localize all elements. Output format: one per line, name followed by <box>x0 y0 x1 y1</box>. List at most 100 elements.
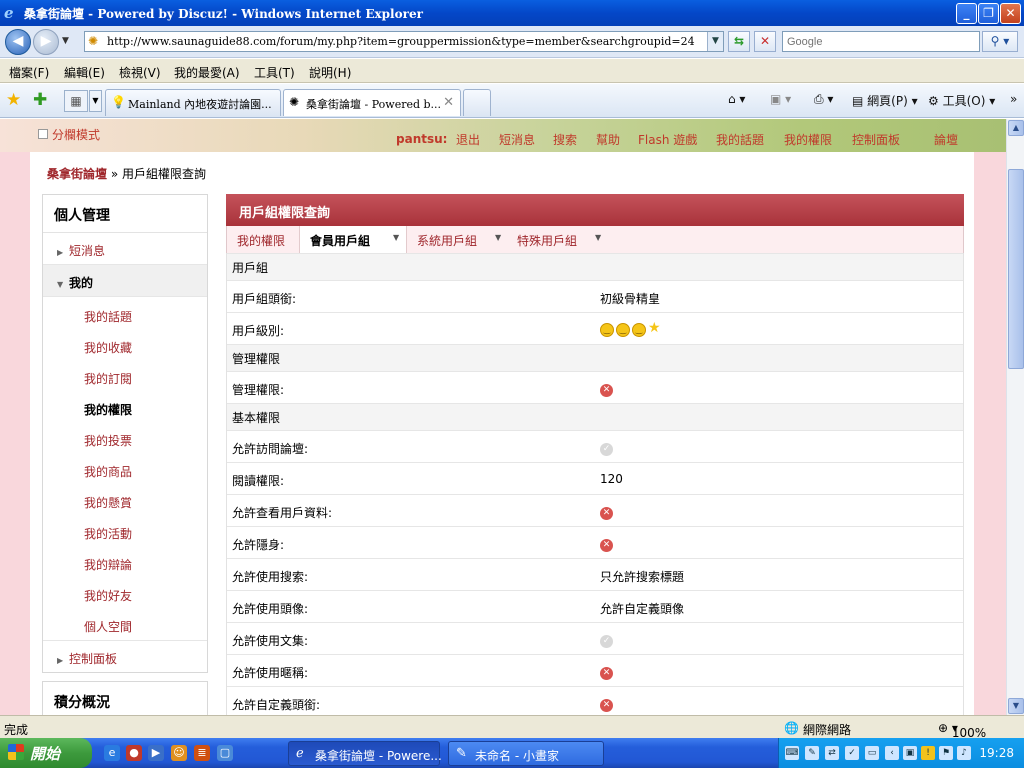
quick-tabs-icon[interactable]: ▦ <box>64 90 88 112</box>
vertical-scrollbar[interactable]: ▲ ▼ <box>1006 119 1024 715</box>
tab-forum-label: 桑拿街論壇 - Powered b... <box>306 98 442 111</box>
address-bar[interactable]: ✺ http://www.saunaguide88.com/forum/my.p… <box>84 31 724 52</box>
tools-menu-label: 工具(O) <box>942 94 986 108</box>
address-dropdown-button[interactable]: ▼ <box>707 32 723 51</box>
search-box[interactable] <box>782 31 980 52</box>
menu-file[interactable]: 檔案(F) <box>9 64 49 81</box>
add-favorite-icon[interactable]: ✚ <box>33 90 47 110</box>
menu-tools[interactable]: 工具(T) <box>254 64 295 81</box>
tab-system-groups[interactable]: 系統用戶組 ▼ <box>417 226 507 253</box>
more-commands-icon[interactable]: » <box>1010 92 1017 106</box>
stop-button[interactable]: ✕ <box>754 31 776 52</box>
chevron-down-icon[interactable]: ▼ <box>595 233 601 242</box>
tab-mainland[interactable]: 💡 Mainland 內地夜遊討論園... <box>105 89 281 116</box>
scroll-down-icon[interactable]: ▼ <box>1008 698 1024 714</box>
table-row: 允許使用搜索: 只允許搜索標題 <box>227 558 963 590</box>
nav-my-permissions[interactable]: 我的權限 <box>784 131 832 148</box>
sidebar-item-messages[interactable]: ▶ 短消息 <box>43 233 207 265</box>
tab-my-permissions[interactable]: 我的權限 <box>237 226 285 253</box>
network-tray-icon[interactable]: ⇄ <box>825 746 839 760</box>
sidebar-item-my-debates[interactable]: 我的辯論 <box>43 547 207 578</box>
ie-quicklaunch-icon[interactable]: e <box>104 745 120 761</box>
scroll-thumb[interactable] <box>1008 169 1024 369</box>
section-admin: 管理權限 <box>227 344 963 371</box>
breadcrumb-home[interactable]: 桑拿街論壇 <box>47 167 107 181</box>
back-button[interactable]: ◀ <box>5 29 31 55</box>
tools-menu-button[interactable]: ⚙ 工具(O) ▾ <box>928 92 995 109</box>
sidebar-item-my-friends[interactable]: 我的好友 <box>43 578 207 609</box>
sidebar-item-control-panel[interactable]: ▶ 控制面板 <box>43 640 207 672</box>
scroll-up-icon[interactable]: ▲ <box>1008 120 1024 136</box>
minimize-button[interactable]: _ <box>956 3 977 24</box>
row-label: 用戶組頭銜: <box>232 292 297 306</box>
chevron-down-icon[interactable]: ▼ <box>495 233 501 242</box>
print-button[interactable]: ⎙ ▾ <box>814 92 833 107</box>
feeds-button[interactable]: ▣ ▾ <box>770 92 791 106</box>
new-tab-button[interactable] <box>463 89 491 116</box>
search-input[interactable] <box>783 32 973 51</box>
tool-tray-icon[interactable]: ✓ <box>845 746 859 760</box>
forward-button[interactable]: ▶ <box>33 29 59 55</box>
device-tray-icon[interactable]: ▭ <box>865 746 879 760</box>
sidebar-item-my-activities[interactable]: 我的活動 <box>43 516 207 547</box>
sidebar-submenu: 我的話題 我的收藏 我的訂閱 我的權限 我的投票 我的商品 我的懸賞 我的活動 … <box>43 297 207 640</box>
app-quicklaunch-icon[interactable]: ≣ <box>194 745 210 761</box>
refresh-button[interactable]: ⇆ <box>728 31 750 52</box>
split-mode-label[interactable]: 分欄模式 <box>52 126 100 143</box>
taskbar-item-forum[interactable]: ℯ 桑拿街論壇 - Powere... <box>288 741 442 766</box>
volume-tray-icon[interactable]: ♪ <box>957 746 971 760</box>
monitor-tray-icon[interactable]: ▣ <box>903 746 917 760</box>
keyboard-tray-icon[interactable]: ⌨ <box>785 746 799 760</box>
row-label: 閱讀權限: <box>232 474 285 488</box>
expand-tray-icon[interactable]: ‹ <box>885 746 899 760</box>
nav-help[interactable]: 幫助 <box>596 131 620 148</box>
tab-mainland-label: Mainland 內地夜遊討論園... <box>128 98 272 111</box>
nav-flash-games[interactable]: Flash 遊戲 <box>638 131 697 148</box>
nav-messages[interactable]: 短消息 <box>499 131 535 148</box>
sidebar-item-my-permissions[interactable]: 我的權限 <box>43 392 207 423</box>
menu-help[interactable]: 說明(H) <box>309 64 351 81</box>
flag-tray-icon[interactable]: ⚑ <box>939 746 953 760</box>
menu-favorites[interactable]: 我的最愛(A) <box>174 64 240 81</box>
sidebar-item-my[interactable]: ▼ 我的 <box>43 265 207 297</box>
player-quicklaunch-icon[interactable]: ▶ <box>148 745 164 761</box>
zoom-level[interactable]: ⊕ 100% ▾ <box>938 721 986 740</box>
sidebar-item-my-favorites[interactable]: 我的收藏 <box>43 330 207 361</box>
row-value: 允許自定義頭像 <box>600 602 685 616</box>
sidebar-item-my-polls[interactable]: 我的投票 <box>43 423 207 454</box>
sidebar-item-my-topics[interactable]: 我的話題 <box>43 299 207 330</box>
nav-control-panel[interactable]: 控制面板 <box>852 131 900 148</box>
chevron-down-icon[interactable]: ▼ <box>393 233 399 242</box>
history-dropdown[interactable]: ▼ <box>62 36 69 46</box>
menu-edit[interactable]: 編輯(E) <box>64 64 105 81</box>
nav-forum[interactable]: 論壇 <box>934 131 958 148</box>
page-menu-button[interactable]: ▤ 網頁(P) ▾ <box>852 92 918 109</box>
address-url[interactable]: http://www.saunaguide88.com/forum/my.php… <box>107 35 695 48</box>
start-button[interactable]: 開始 <box>0 738 92 768</box>
taskbar-item-paint[interactable]: ✎ 未命名 - 小畫家 <box>448 741 604 766</box>
sidebar-item-my-subscriptions[interactable]: 我的訂閱 <box>43 361 207 392</box>
sidebar-item-my-rewards[interactable]: 我的懸賞 <box>43 485 207 516</box>
sidebar-item-my-goods[interactable]: 我的商品 <box>43 454 207 485</box>
nav-my-topics[interactable]: 我的話題 <box>716 131 764 148</box>
messenger-quicklaunch-icon[interactable]: ☺ <box>171 745 187 761</box>
tab-forum[interactable]: ✺ 桑拿街論壇 - Powered b... ✕ <box>283 89 461 116</box>
menu-view[interactable]: 檢視(V) <box>119 64 161 81</box>
media-quicklaunch-icon[interactable]: ● <box>126 745 142 761</box>
close-button[interactable]: ✕ <box>1000 3 1021 24</box>
tab-close-icon[interactable]: ✕ <box>443 95 454 110</box>
sidebar-item-personal-space[interactable]: 個人空間 <box>43 609 207 640</box>
tab-member-groups[interactable]: 會員用戶組 ▼ <box>299 226 407 253</box>
pen-tray-icon[interactable]: ✎ <box>805 746 819 760</box>
home-button[interactable]: ⌂ ▾ <box>728 92 745 106</box>
tab-list-dropdown[interactable]: ▼ <box>89 90 102 112</box>
nav-search[interactable]: 搜索 <box>553 131 577 148</box>
tab-special-groups[interactable]: 特殊用戶組 ▼ <box>517 226 609 253</box>
restore-button[interactable]: ❐ <box>978 3 999 24</box>
split-mode-checkbox[interactable] <box>38 129 48 139</box>
alert-tray-icon[interactable]: ! <box>921 746 935 760</box>
favorites-star-icon[interactable]: ★ <box>6 90 21 110</box>
search-button[interactable]: ⚲ ▾ <box>982 31 1018 52</box>
nav-logout[interactable]: 退出 <box>456 131 480 148</box>
show-desktop-icon[interactable]: ▢ <box>217 745 233 761</box>
